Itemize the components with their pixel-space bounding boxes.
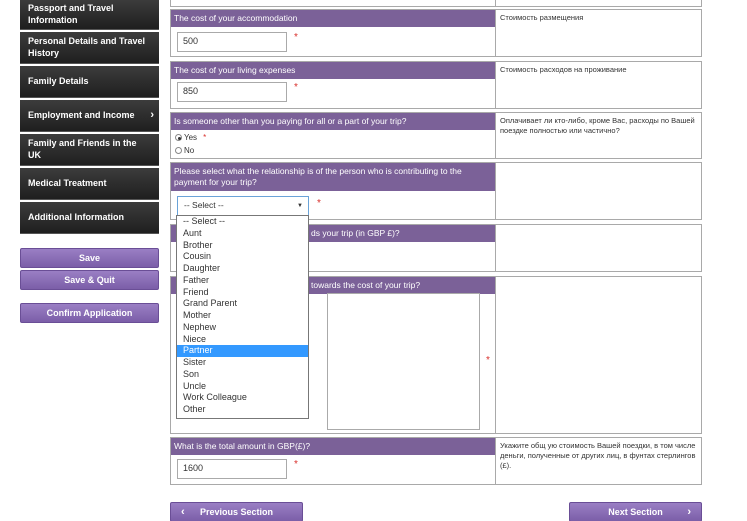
required-asterisk: *: [486, 355, 490, 366]
dropdown-option[interactable]: Mother: [177, 310, 308, 322]
confirm-application-button[interactable]: Confirm Application: [20, 303, 159, 323]
question-label: The cost of your accommodation: [171, 10, 495, 28]
translation-cell: [495, 277, 702, 433]
relationship-select[interactable]: -- Select -- ▼: [177, 196, 309, 216]
chevron-left-icon: ‹: [181, 506, 185, 518]
next-section-label: Next Section: [608, 507, 663, 517]
relationship-select-value: -- Select --: [184, 200, 224, 210]
dropdown-option[interactable]: Friend: [177, 287, 308, 299]
translation-text: Оплачивает ли кто-либо, кроме Вас, расхо…: [495, 113, 702, 158]
sidebar-item-family-details[interactable]: Family Details: [20, 66, 159, 98]
dropdown-option[interactable]: Other: [177, 404, 308, 416]
contribution-textarea[interactable]: [327, 293, 480, 430]
question-label: What is the total amount in GBP(£)?: [171, 438, 495, 456]
chevron-right-icon: ›: [687, 506, 691, 518]
radio-no-label: No: [184, 146, 195, 155]
sidebar-item-label: Personal Details and Travel History: [28, 36, 146, 58]
dropdown-option[interactable]: Son: [177, 369, 308, 381]
required-asterisk: *: [317, 198, 321, 209]
relationship-question: Please select what the relationship is o…: [170, 162, 702, 220]
translation-cell: [495, 0, 702, 6]
question-label: The cost of your living expenses: [171, 62, 495, 80]
next-section-button[interactable]: Next Section ›: [569, 502, 702, 521]
dropdown-option[interactable]: Aunt: [177, 228, 308, 240]
question-label-text: ds your trip (in GBP £)?: [311, 228, 400, 238]
radio-yes[interactable]: [175, 134, 182, 141]
dropdown-option[interactable]: Partner: [177, 345, 308, 357]
translation-text: Стоимость размещения: [495, 10, 702, 56]
question-label: Please select what the relationship is o…: [171, 163, 495, 191]
translation-cell: [495, 225, 702, 271]
sidebar-item-personal-details[interactable]: Personal Details and Travel History: [20, 32, 159, 64]
someone-paying-question: Is someone other than you paying for all…: [170, 112, 702, 159]
living-expenses-question: The cost of your living expenses Стоимос…: [170, 61, 702, 109]
living-expenses-input[interactable]: 850: [177, 82, 287, 102]
previous-section-label: Previous Section: [199, 507, 274, 517]
chevron-down-icon: ▼: [297, 203, 303, 209]
sidebar-item-employment[interactable]: Employment and Income ›: [20, 100, 159, 132]
translation-text: Укажите общ ую стоимость Вашей поездки, …: [495, 438, 702, 484]
previous-section-button[interactable]: ‹ Previous Section: [170, 502, 303, 521]
dropdown-option[interactable]: Sister: [177, 357, 308, 369]
translation-text: Стоимость расходов на проживание: [495, 62, 702, 108]
question-label-text: towards the cost of your trip?: [311, 280, 421, 290]
accommodation-question: The cost of your accommodation Стоимость…: [170, 9, 702, 57]
dropdown-option[interactable]: Brother: [177, 240, 308, 252]
dropdown-option[interactable]: Cousin: [177, 251, 308, 263]
previous-question-block: [170, 0, 702, 7]
dropdown-option[interactable]: Father: [177, 275, 308, 287]
dropdown-option[interactable]: -- Select --: [177, 216, 308, 228]
relationship-dropdown-list[interactable]: -- Select -- Aunt Brother Cousin Daughter Fat…: [176, 215, 309, 419]
required-asterisk: *: [294, 32, 298, 43]
required-asterisk: *: [294, 459, 298, 470]
required-asterisk: *: [203, 133, 207, 142]
sidebar-item-label: Additional Information: [28, 211, 124, 222]
sidebar-item-label: Medical Treatment: [28, 177, 107, 188]
radio-no[interactable]: [175, 147, 182, 154]
total-amount-input[interactable]: 1600: [177, 459, 287, 479]
sidebar-item-label: Family and Friends in the UK: [28, 138, 137, 160]
accommodation-cost-input[interactable]: 500: [177, 32, 287, 52]
radio-yes-label: Yes: [184, 133, 198, 142]
sidebar-item-label: Family Details: [28, 75, 89, 86]
chevron-right-icon: ›: [150, 108, 154, 121]
save-quit-button[interactable]: Save & Quit: [20, 270, 159, 290]
radio-yes-option[interactable]: Yes *: [175, 133, 206, 142]
dropdown-option[interactable]: Grand Parent: [177, 298, 308, 310]
sidebar-item-label: Employment and Income: [28, 109, 135, 120]
sidebar-item-passport[interactable]: Passport and Travel Information: [20, 0, 159, 30]
dropdown-option[interactable]: Niece: [177, 334, 308, 346]
dropdown-option[interactable]: Daughter: [177, 263, 308, 275]
save-button[interactable]: Save: [20, 248, 159, 268]
sidebar-item-medical[interactable]: Medical Treatment: [20, 168, 159, 200]
translation-cell: [495, 163, 702, 219]
sidebar-item-label: Passport and Travel Information: [28, 3, 114, 25]
total-amount-question: What is the total amount in GBP(£)? Укаж…: [170, 437, 702, 485]
question-label: Is someone other than you paying for all…: [171, 113, 495, 131]
dropdown-option[interactable]: Nephew: [177, 322, 308, 334]
sidebar-item-additional[interactable]: Additional Information: [20, 202, 159, 234]
required-asterisk: *: [294, 82, 298, 93]
sidebar-item-family-friends[interactable]: Family and Friends in the UK: [20, 134, 159, 166]
radio-no-option[interactable]: No: [175, 146, 194, 155]
dropdown-option[interactable]: Work Colleague: [177, 392, 308, 404]
dropdown-option[interactable]: Uncle: [177, 381, 308, 393]
